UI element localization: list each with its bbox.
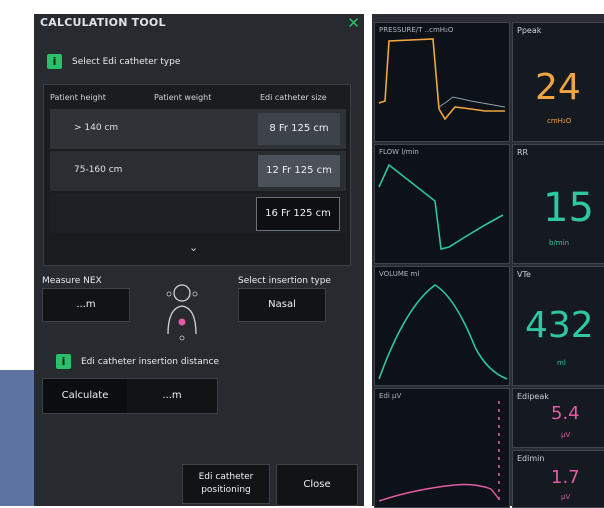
select-catheter-label: Select Edi catheter type <box>72 57 181 67</box>
header-patient-weight: Patient weight <box>154 93 212 102</box>
header-patient-height: Patient height <box>50 93 106 102</box>
header-catheter-size: Edi catheter size <box>260 93 327 102</box>
info-icon[interactable]: i <box>56 354 71 369</box>
body-figure-icon <box>166 284 198 341</box>
size-16fr-button[interactable]: 16 Fr 125 cm <box>256 197 340 231</box>
edi-waveform: Edi µV <box>374 388 510 508</box>
edi-label: Edi µV <box>379 392 402 400</box>
calculation-tool-dialog: CALCULATION TOOL ✕ i Select Edi catheter… <box>34 14 364 506</box>
volume-label: VOLUME ml <box>379 270 420 278</box>
info-icon[interactable]: i <box>47 54 62 69</box>
edimin-value: 1.7 <box>551 467 580 488</box>
size-12fr-button[interactable]: 12 Fr 125 cm <box>258 155 340 187</box>
edipeak-unit: µV <box>561 431 571 439</box>
table-row[interactable]: 75-160 cm 12 Fr 125 cm <box>50 151 346 191</box>
pressure-waveform: PRESSURE/T ..cmH₂O <box>374 22 510 142</box>
rr-label: RR <box>517 148 529 157</box>
rr-tile: RR 15 b/min <box>512 144 604 264</box>
edipeak-tile: Edipeak 5.4 µV <box>512 388 604 448</box>
pressure-curve <box>378 38 506 121</box>
monitor-panel: PRESSURE/T ..cmH₂O FLOW l/min VOLUME ml … <box>372 14 604 508</box>
ppeak-label: Ppeak <box>517 26 542 35</box>
ppeak-tile: Ppeak 24 cmH₂O <box>512 22 604 142</box>
vte-value: 432 <box>525 305 594 346</box>
volume-curve <box>378 284 508 380</box>
flow-curve <box>378 163 504 250</box>
edi-curve <box>378 401 500 505</box>
flow-label: FLOW l/min <box>379 148 419 156</box>
edi-positioning-button[interactable]: Edi catheter positioning <box>182 464 270 504</box>
close-x-icon[interactable]: ✕ <box>347 14 360 32</box>
rr-unit: b/min <box>549 239 570 247</box>
edipeak-value: 5.4 <box>551 403 580 424</box>
dialog-title: CALCULATION TOOL <box>40 16 166 29</box>
close-button[interactable]: Close <box>276 464 358 506</box>
measure-nex-label: Measure NEX <box>42 276 102 286</box>
select-insertion-label: Select insertion type <box>238 276 331 286</box>
edimin-label: Edimin <box>517 454 545 463</box>
table-row[interactable]: > 140 cm 8 Fr 125 cm <box>50 109 346 149</box>
calculate-row: Calculate ...m <box>42 378 218 414</box>
edimin-tile: Edimin 1.7 µV <box>512 450 604 508</box>
vte-label: VTe <box>517 270 531 279</box>
measure-nex-field[interactable]: ...m <box>42 288 130 322</box>
insertion-type-button[interactable]: Nasal <box>238 288 326 322</box>
volume-waveform: VOLUME ml <box>374 266 510 386</box>
chevron-down-icon[interactable]: ⌄ <box>189 241 198 254</box>
vte-unit: ml <box>557 359 566 367</box>
edipeak-label: Edipeak <box>517 392 549 401</box>
table-row[interactable]: 16 Fr 125 cm <box>50 193 346 233</box>
calculate-value: ...m <box>162 390 182 401</box>
pressure-label: PRESSURE/T ..cmH₂O <box>379 26 454 34</box>
calculate-button[interactable]: Calculate <box>43 379 127 413</box>
catheter-size-table: Patient height Patient weight Edi cathet… <box>43 84 351 266</box>
size-8fr-button[interactable]: 8 Fr 125 cm <box>258 113 340 145</box>
flow-waveform: FLOW l/min <box>374 144 510 264</box>
insertion-distance-label: Edi catheter insertion distance <box>81 357 219 367</box>
row-height: 75-160 cm <box>74 165 123 175</box>
rr-value: 15 <box>543 185 594 231</box>
vte-tile: VTe 432 ml <box>512 266 604 386</box>
positioning-label-line2: positioning <box>201 485 251 495</box>
ppeak-value: 24 <box>535 67 581 108</box>
positioning-label-line1: Edi catheter <box>198 472 254 482</box>
edimin-unit: µV <box>561 493 571 501</box>
row-height: > 140 cm <box>74 123 119 133</box>
ppeak-unit: cmH₂O <box>547 117 572 125</box>
